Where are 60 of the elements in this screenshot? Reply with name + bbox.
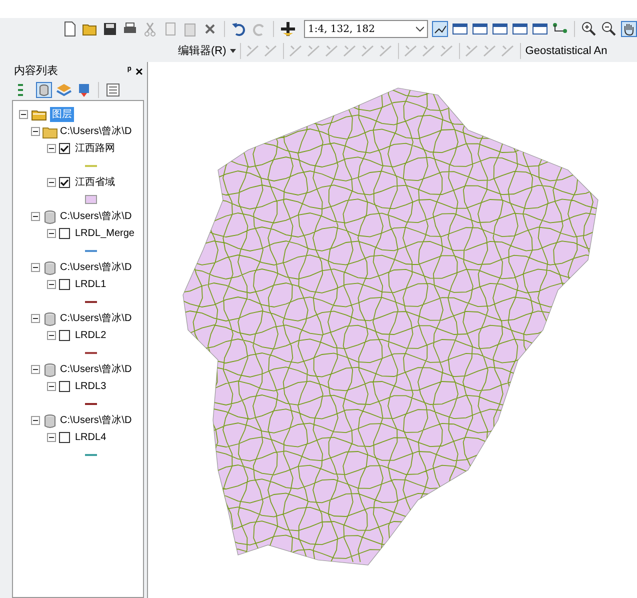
collapse-icon[interactable]: [47, 229, 56, 238]
pan-hand-icon[interactable]: [621, 21, 637, 37]
data-source-path: C:\Users\曾冰\D: [60, 362, 132, 377]
save-icon[interactable]: [102, 21, 118, 37]
database-icon[interactable]: [42, 362, 58, 378]
window-icon[interactable]: [452, 21, 468, 37]
add-data-icon[interactable]: [280, 21, 296, 37]
chevron-down-icon: [416, 26, 424, 32]
database-icon[interactable]: [42, 310, 58, 326]
collapse-icon[interactable]: [31, 263, 40, 272]
checkbox[interactable]: [59, 279, 70, 290]
collapse-icon[interactable]: [31, 416, 40, 425]
collapse-icon[interactable]: [47, 382, 56, 391]
checkbox[interactable]: [59, 432, 70, 443]
checkbox[interactable]: [59, 228, 70, 239]
collapse-icon[interactable]: [47, 144, 56, 153]
layer-name[interactable]: LRDL_Merge: [75, 226, 134, 241]
collapse-icon[interactable]: [47, 331, 56, 340]
collapse-icon[interactable]: [47, 433, 56, 442]
layer-name[interactable]: 江西路网: [75, 141, 115, 156]
layer-name[interactable]: LRDL3: [75, 379, 106, 394]
zoom-out-icon[interactable]: [601, 21, 617, 37]
checkbox[interactable]: [59, 177, 70, 188]
checkbox[interactable]: [59, 330, 70, 341]
collapse-icon[interactable]: [47, 280, 56, 289]
pin-button[interactable]: ᵖ: [128, 64, 132, 78]
list-by-visibility-icon[interactable]: [56, 82, 72, 98]
collapse-icon[interactable]: [31, 365, 40, 374]
undo-icon[interactable]: [230, 21, 247, 37]
scale-dropdown[interactable]: 1:4, 132, 182: [304, 20, 428, 38]
zoom-in-icon[interactable]: [581, 21, 597, 37]
toolbar-label[interactable]: Geostatistical An: [525, 42, 608, 60]
editor-menu[interactable]: 编辑器(R): [176, 42, 228, 60]
caret-icon: [230, 49, 236, 53]
options-icon[interactable]: [105, 82, 121, 98]
checkbox[interactable]: [59, 143, 70, 154]
close-button[interactable]: ×: [135, 64, 143, 78]
collapse-icon[interactable]: [47, 178, 56, 187]
data-source-path: C:\Users\曾冰\D: [60, 260, 132, 275]
layer-name[interactable]: 江西省域: [75, 175, 115, 190]
data-source-path: C:\Users\曾冰\D: [60, 414, 132, 428]
collapse-icon[interactable]: [31, 314, 40, 323]
new-file-icon[interactable]: [62, 21, 78, 37]
polyline-tool-icon[interactable]: [432, 21, 448, 37]
checkbox[interactable]: [59, 381, 70, 392]
list-by-source-icon[interactable]: [36, 82, 52, 98]
collapse-icon[interactable]: [31, 212, 40, 221]
data-source-path: C:\Users\曾冰\D: [60, 124, 132, 139]
layer-name[interactable]: LRDL4: [75, 430, 106, 445]
layer-name[interactable]: LRDL2: [75, 328, 106, 343]
database-icon[interactable]: [42, 260, 58, 276]
list-by-selection-icon[interactable]: [76, 82, 92, 98]
layer-name[interactable]: LRDL1: [75, 277, 106, 292]
data-source-path: C:\Users\曾冰\D: [60, 312, 132, 326]
collapse-icon[interactable]: [31, 127, 40, 136]
data-source-path: C:\Users\曾冰\D: [60, 210, 132, 224]
database-icon[interactable]: [42, 208, 58, 224]
panel-title: 内容列表: [14, 64, 58, 79]
database-icon[interactable]: [42, 412, 58, 428]
collapse-icon[interactable]: [19, 110, 28, 118]
